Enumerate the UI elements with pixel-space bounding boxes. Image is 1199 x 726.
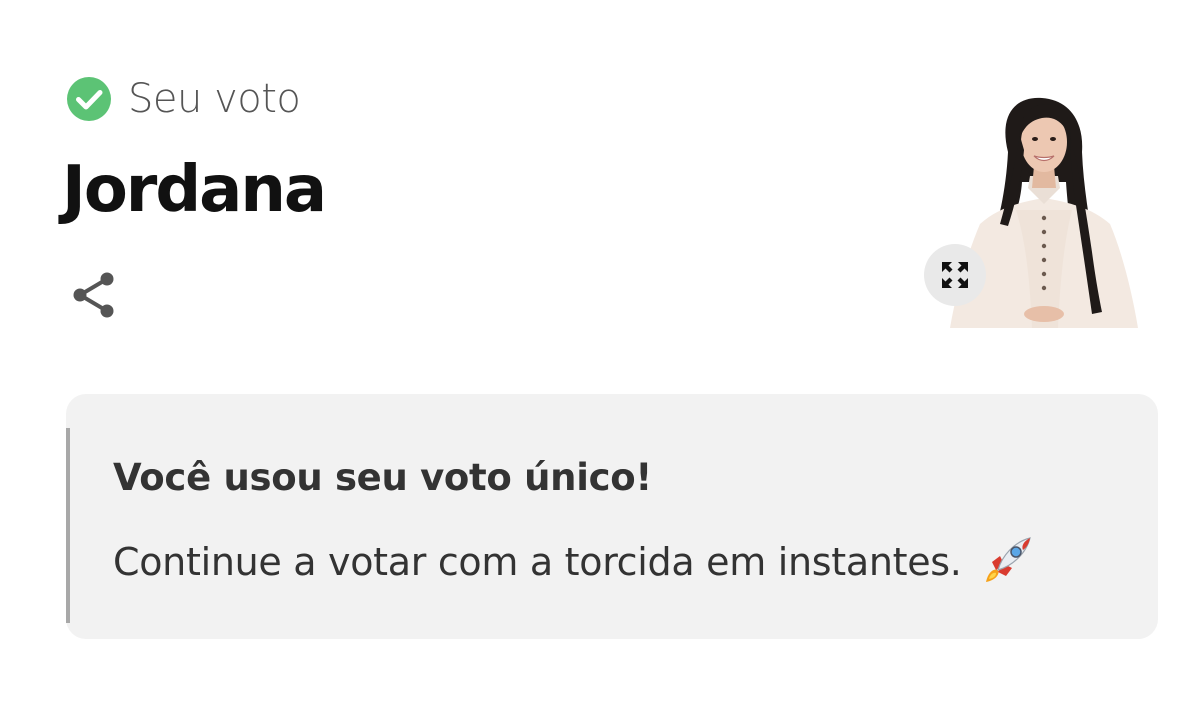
expand-icon	[942, 262, 968, 288]
vote-status: Seu voto	[66, 76, 301, 122]
notice-title: Você usou seu voto único!	[113, 456, 652, 499]
vote-status-label: Seu voto	[128, 76, 301, 122]
notice-card: Você usou seu voto único! Continue a vot…	[66, 394, 1158, 639]
notice-message-row: Continue a votar com a torcida em instan…	[113, 532, 1036, 592]
candidate-name: Jordana	[62, 153, 327, 227]
share-icon	[73, 272, 114, 318]
expand-photo-button[interactable]	[924, 244, 986, 306]
share-button[interactable]	[68, 268, 122, 322]
rocket-icon	[985, 537, 1031, 582]
check-circle-icon	[67, 77, 111, 121]
notice-accent-bar	[66, 428, 70, 623]
notice-message: Continue a votar com a torcida em instan…	[113, 540, 962, 584]
